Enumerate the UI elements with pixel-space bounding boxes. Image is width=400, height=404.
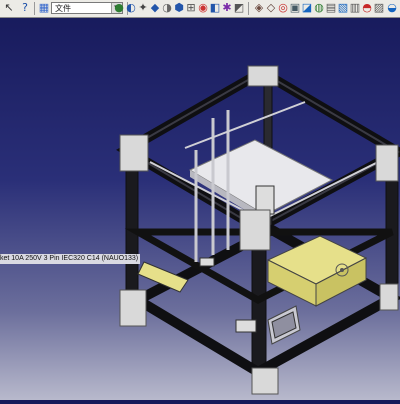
view-tool-icon-1[interactable]: ● bbox=[113, 2, 125, 14]
3d-viewport[interactable]: ket 10A 250V 3 Pin IEC320 C14 (NAUO133) bbox=[0, 17, 400, 400]
render-icon-10[interactable]: ◓ bbox=[361, 2, 373, 14]
render-icon-11[interactable]: ▨ bbox=[373, 2, 385, 14]
render-icon-2[interactable]: ◇ bbox=[265, 2, 277, 14]
view-tool-icon-7[interactable]: ⊞ bbox=[185, 2, 197, 14]
view-tool-icon-9[interactable]: ◧ bbox=[209, 2, 221, 14]
render-icon-3[interactable]: ◎ bbox=[277, 2, 289, 14]
part-tooltip: ket 10A 250V 3 Pin IEC320 C14 (NAUO133) bbox=[0, 254, 141, 264]
printer-frame-model[interactable] bbox=[0, 17, 400, 400]
render-icon-4[interactable]: ▣ bbox=[289, 2, 301, 14]
render-icon-7[interactable]: ▤ bbox=[325, 2, 337, 14]
toolbar-separator bbox=[34, 2, 35, 15]
help-icon[interactable]: ? bbox=[19, 2, 31, 14]
view-tool-icon-10[interactable]: ✱ bbox=[221, 2, 233, 14]
render-icon-1[interactable]: ◈ bbox=[253, 2, 265, 14]
select-arrow-icon[interactable]: ↖ bbox=[3, 2, 15, 14]
top-toolbar: ↖ ? ▦ 文件 ▼ ● ◐ ✦ ◆ ◑ ⬢ ⊞ ◉ ◧ ✱ ◩ ◈ ◇ ◎ ▣… bbox=[0, 0, 400, 18]
view-tool-icon-5[interactable]: ◑ bbox=[161, 2, 173, 14]
render-icon-5[interactable]: ◪ bbox=[301, 2, 313, 14]
grid-icon[interactable]: ▦ bbox=[38, 2, 50, 14]
render-icon-6[interactable]: ◍ bbox=[313, 2, 325, 14]
view-tool-icon-2[interactable]: ◐ bbox=[125, 2, 137, 14]
view-tool-icon-11[interactable]: ◩ bbox=[233, 2, 245, 14]
toolbar-separator bbox=[248, 2, 249, 15]
render-icon-9[interactable]: ▥ bbox=[349, 2, 361, 14]
workbench-combo-value: 文件 bbox=[55, 4, 71, 13]
view-tool-icon-6[interactable]: ⬢ bbox=[173, 2, 185, 14]
view-tool-icon-8[interactable]: ◉ bbox=[197, 2, 209, 14]
view-tool-icon-3[interactable]: ✦ bbox=[137, 2, 149, 14]
render-icon-8[interactable]: ▧ bbox=[337, 2, 349, 14]
view-tool-icon-4[interactable]: ◆ bbox=[149, 2, 161, 14]
power-supply-unit bbox=[266, 235, 368, 307]
render-icon-12[interactable]: ◒ bbox=[386, 2, 398, 14]
